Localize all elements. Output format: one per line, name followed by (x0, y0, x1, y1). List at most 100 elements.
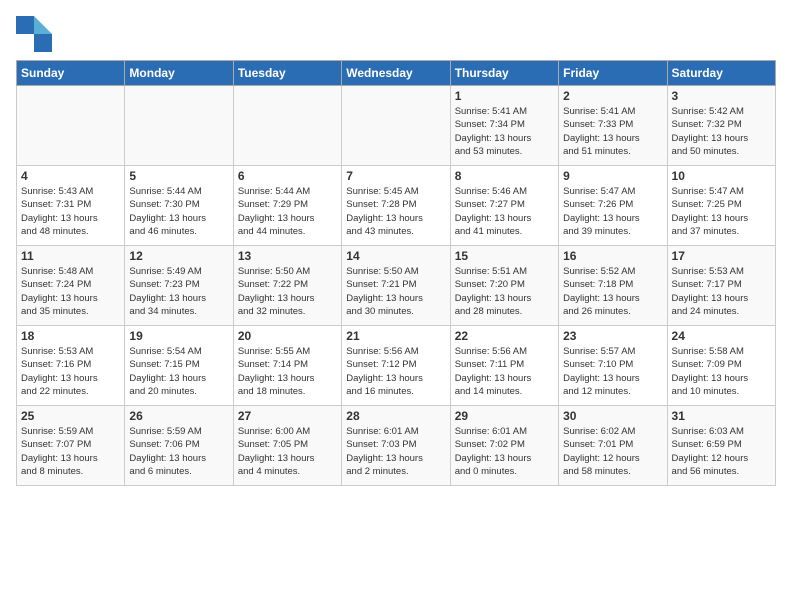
day-info: Sunrise: 5:50 AMSunset: 7:22 PMDaylight:… (238, 265, 337, 318)
day-number: 25 (21, 409, 120, 423)
calendar-cell: 25 Sunrise: 5:59 AMSunset: 7:07 PMDayligh… (17, 406, 125, 486)
day-number: 31 (672, 409, 771, 423)
calendar-table: SundayMondayTuesdayWednesdayThursdayFrid… (16, 60, 776, 486)
calendar-cell: 7 Sunrise: 5:45 AMSunset: 7:28 PMDaylight… (342, 166, 450, 246)
day-number: 28 (346, 409, 445, 423)
day-info: Sunrise: 5:49 AMSunset: 7:23 PMDaylight:… (129, 265, 228, 318)
day-info: Sunrise: 5:53 AMSunset: 7:16 PMDaylight:… (21, 345, 120, 398)
calendar-cell: 26 Sunrise: 5:59 AMSunset: 7:06 PMDayligh… (125, 406, 233, 486)
day-info: Sunrise: 5:42 AMSunset: 7:32 PMDaylight:… (672, 105, 771, 158)
days-of-week-row: SundayMondayTuesdayWednesdayThursdayFrid… (17, 61, 776, 86)
calendar-cell: 31 Sunrise: 6:03 AMSunset: 6:59 PMDayligh… (667, 406, 775, 486)
calendar-cell: 15 Sunrise: 5:51 AMSunset: 7:20 PMDayligh… (450, 246, 558, 326)
day-number: 12 (129, 249, 228, 263)
day-number: 22 (455, 329, 554, 343)
calendar-cell: 22 Sunrise: 5:56 AMSunset: 7:11 PMDayligh… (450, 326, 558, 406)
day-number: 29 (455, 409, 554, 423)
day-number: 4 (21, 169, 120, 183)
day-info: Sunrise: 5:47 AMSunset: 7:26 PMDaylight:… (563, 185, 662, 238)
day-info: Sunrise: 5:46 AMSunset: 7:27 PMDaylight:… (455, 185, 554, 238)
day-info: Sunrise: 5:53 AMSunset: 7:17 PMDaylight:… (672, 265, 771, 318)
calendar-cell: 2Sunrise: 5:41 AMSunset: 7:33 PMDaylight… (559, 86, 667, 166)
logo-icon (16, 16, 52, 52)
day-number: 5 (129, 169, 228, 183)
day-number: 23 (563, 329, 662, 343)
calendar-cell: 24 Sunrise: 5:58 AMSunset: 7:09 PMDayligh… (667, 326, 775, 406)
calendar-week-row: 18 Sunrise: 5:53 AMSunset: 7:16 PMDayligh… (17, 326, 776, 406)
day-info: Sunrise: 5:48 AMSunset: 7:24 PMDaylight:… (21, 265, 120, 318)
day-info: Sunrise: 5:44 AMSunset: 7:30 PMDaylight:… (129, 185, 228, 238)
header (16, 16, 776, 52)
calendar-body: 1 Sunrise: 5:41 AMSunset: 7:34 PMDaylight… (17, 86, 776, 486)
day-info: Sunrise: 5:59 AMSunset: 7:07 PMDaylight:… (21, 425, 120, 478)
calendar-week-row: 11 Sunrise: 5:48 AMSunset: 7:24 PMDayligh… (17, 246, 776, 326)
calendar-cell: 3Sunrise: 5:42 AMSunset: 7:32 PMDaylight… (667, 86, 775, 166)
day-number: 21 (346, 329, 445, 343)
calendar-cell: 10 Sunrise: 5:47 AMSunset: 7:25 PMDayligh… (667, 166, 775, 246)
day-of-week-header: Wednesday (342, 61, 450, 86)
day-number: 16 (563, 249, 662, 263)
day-number: 15 (455, 249, 554, 263)
calendar-week-row: 25 Sunrise: 5:59 AMSunset: 7:07 PMDayligh… (17, 406, 776, 486)
calendar-cell: 23 Sunrise: 5:57 AMSunset: 7:10 PMDayligh… (559, 326, 667, 406)
day-number: 7 (346, 169, 445, 183)
day-number: 27 (238, 409, 337, 423)
calendar-cell: 1 Sunrise: 5:41 AMSunset: 7:34 PMDaylight… (450, 86, 558, 166)
day-info: Sunrise: 5:51 AMSunset: 7:20 PMDaylight:… (455, 265, 554, 318)
logo (16, 16, 56, 52)
day-info: Sunrise: 5:54 AMSunset: 7:15 PMDaylight:… (129, 345, 228, 398)
calendar-cell: 9 Sunrise: 5:47 AMSunset: 7:26 PMDaylight… (559, 166, 667, 246)
day-info: Sunrise: 5:56 AMSunset: 7:11 PMDaylight:… (455, 345, 554, 398)
calendar-cell (233, 86, 341, 166)
day-info: Sunrise: 5:52 AMSunset: 7:18 PMDaylight:… (563, 265, 662, 318)
calendar-cell: 8Sunrise: 5:46 AMSunset: 7:27 PMDaylight… (450, 166, 558, 246)
day-info: Sunrise: 5:57 AMSunset: 7:10 PMDaylight:… (563, 345, 662, 398)
calendar-cell: 12 Sunrise: 5:49 AMSunset: 7:23 PMDayligh… (125, 246, 233, 326)
calendar-cell: 20Sunrise: 5:55 AMSunset: 7:14 PMDayligh… (233, 326, 341, 406)
day-number: 11 (21, 249, 120, 263)
day-info: Sunrise: 5:59 AMSunset: 7:06 PMDaylight:… (129, 425, 228, 478)
day-info: Sunrise: 5:43 AMSunset: 7:31 PMDaylight:… (21, 185, 120, 238)
day-info: Sunrise: 5:41 AMSunset: 7:33 PMDaylight:… (563, 105, 662, 158)
day-info: Sunrise: 5:50 AMSunset: 7:21 PMDaylight:… (346, 265, 445, 318)
calendar-cell: 17Sunrise: 5:53 AMSunset: 7:17 PMDayligh… (667, 246, 775, 326)
day-of-week-header: Monday (125, 61, 233, 86)
day-of-week-header: Sunday (17, 61, 125, 86)
day-info: Sunrise: 5:56 AMSunset: 7:12 PMDaylight:… (346, 345, 445, 398)
day-number: 30 (563, 409, 662, 423)
day-of-week-header: Tuesday (233, 61, 341, 86)
calendar-cell (342, 86, 450, 166)
day-number: 18 (21, 329, 120, 343)
day-number: 26 (129, 409, 228, 423)
calendar-week-row: 4 Sunrise: 5:43 AMSunset: 7:31 PMDaylight… (17, 166, 776, 246)
day-info: Sunrise: 5:58 AMSunset: 7:09 PMDaylight:… (672, 345, 771, 398)
day-number: 6 (238, 169, 337, 183)
day-info: Sunrise: 5:41 AMSunset: 7:34 PMDaylight:… (455, 105, 554, 158)
day-info: Sunrise: 5:47 AMSunset: 7:25 PMDaylight:… (672, 185, 771, 238)
day-of-week-header: Thursday (450, 61, 558, 86)
day-number: 19 (129, 329, 228, 343)
day-number: 14 (346, 249, 445, 263)
day-number: 1 (455, 89, 554, 103)
calendar-week-row: 1 Sunrise: 5:41 AMSunset: 7:34 PMDaylight… (17, 86, 776, 166)
calendar-cell: 28 Sunrise: 6:01 AMSunset: 7:03 PMDayligh… (342, 406, 450, 486)
calendar-cell: 16 Sunrise: 5:52 AMSunset: 7:18 PMDayligh… (559, 246, 667, 326)
calendar-cell: 19 Sunrise: 5:54 AMSunset: 7:15 PMDayligh… (125, 326, 233, 406)
calendar-cell: 29 Sunrise: 6:01 AMSunset: 7:02 PMDayligh… (450, 406, 558, 486)
day-info: Sunrise: 5:45 AMSunset: 7:28 PMDaylight:… (346, 185, 445, 238)
day-of-week-header: Friday (559, 61, 667, 86)
calendar-cell: 27Sunrise: 6:00 AMSunset: 7:05 PMDayligh… (233, 406, 341, 486)
day-number: 9 (563, 169, 662, 183)
day-number: 10 (672, 169, 771, 183)
day-info: Sunrise: 6:03 AMSunset: 6:59 PMDaylight:… (672, 425, 771, 478)
day-info: Sunrise: 6:01 AMSunset: 7:03 PMDaylight:… (346, 425, 445, 478)
calendar-cell: 18 Sunrise: 5:53 AMSunset: 7:16 PMDayligh… (17, 326, 125, 406)
day-info: Sunrise: 6:02 AMSunset: 7:01 PMDaylight:… (563, 425, 662, 478)
calendar-cell: 13Sunrise: 5:50 AMSunset: 7:22 PMDayligh… (233, 246, 341, 326)
calendar-cell: 30 Sunrise: 6:02 AMSunset: 7:01 PMDayligh… (559, 406, 667, 486)
day-info: Sunrise: 6:01 AMSunset: 7:02 PMDaylight:… (455, 425, 554, 478)
calendar-cell: 21 Sunrise: 5:56 AMSunset: 7:12 PMDayligh… (342, 326, 450, 406)
day-number: 24 (672, 329, 771, 343)
calendar-cell: 4 Sunrise: 5:43 AMSunset: 7:31 PMDaylight… (17, 166, 125, 246)
day-info: Sunrise: 5:44 AMSunset: 7:29 PMDaylight:… (238, 185, 337, 238)
